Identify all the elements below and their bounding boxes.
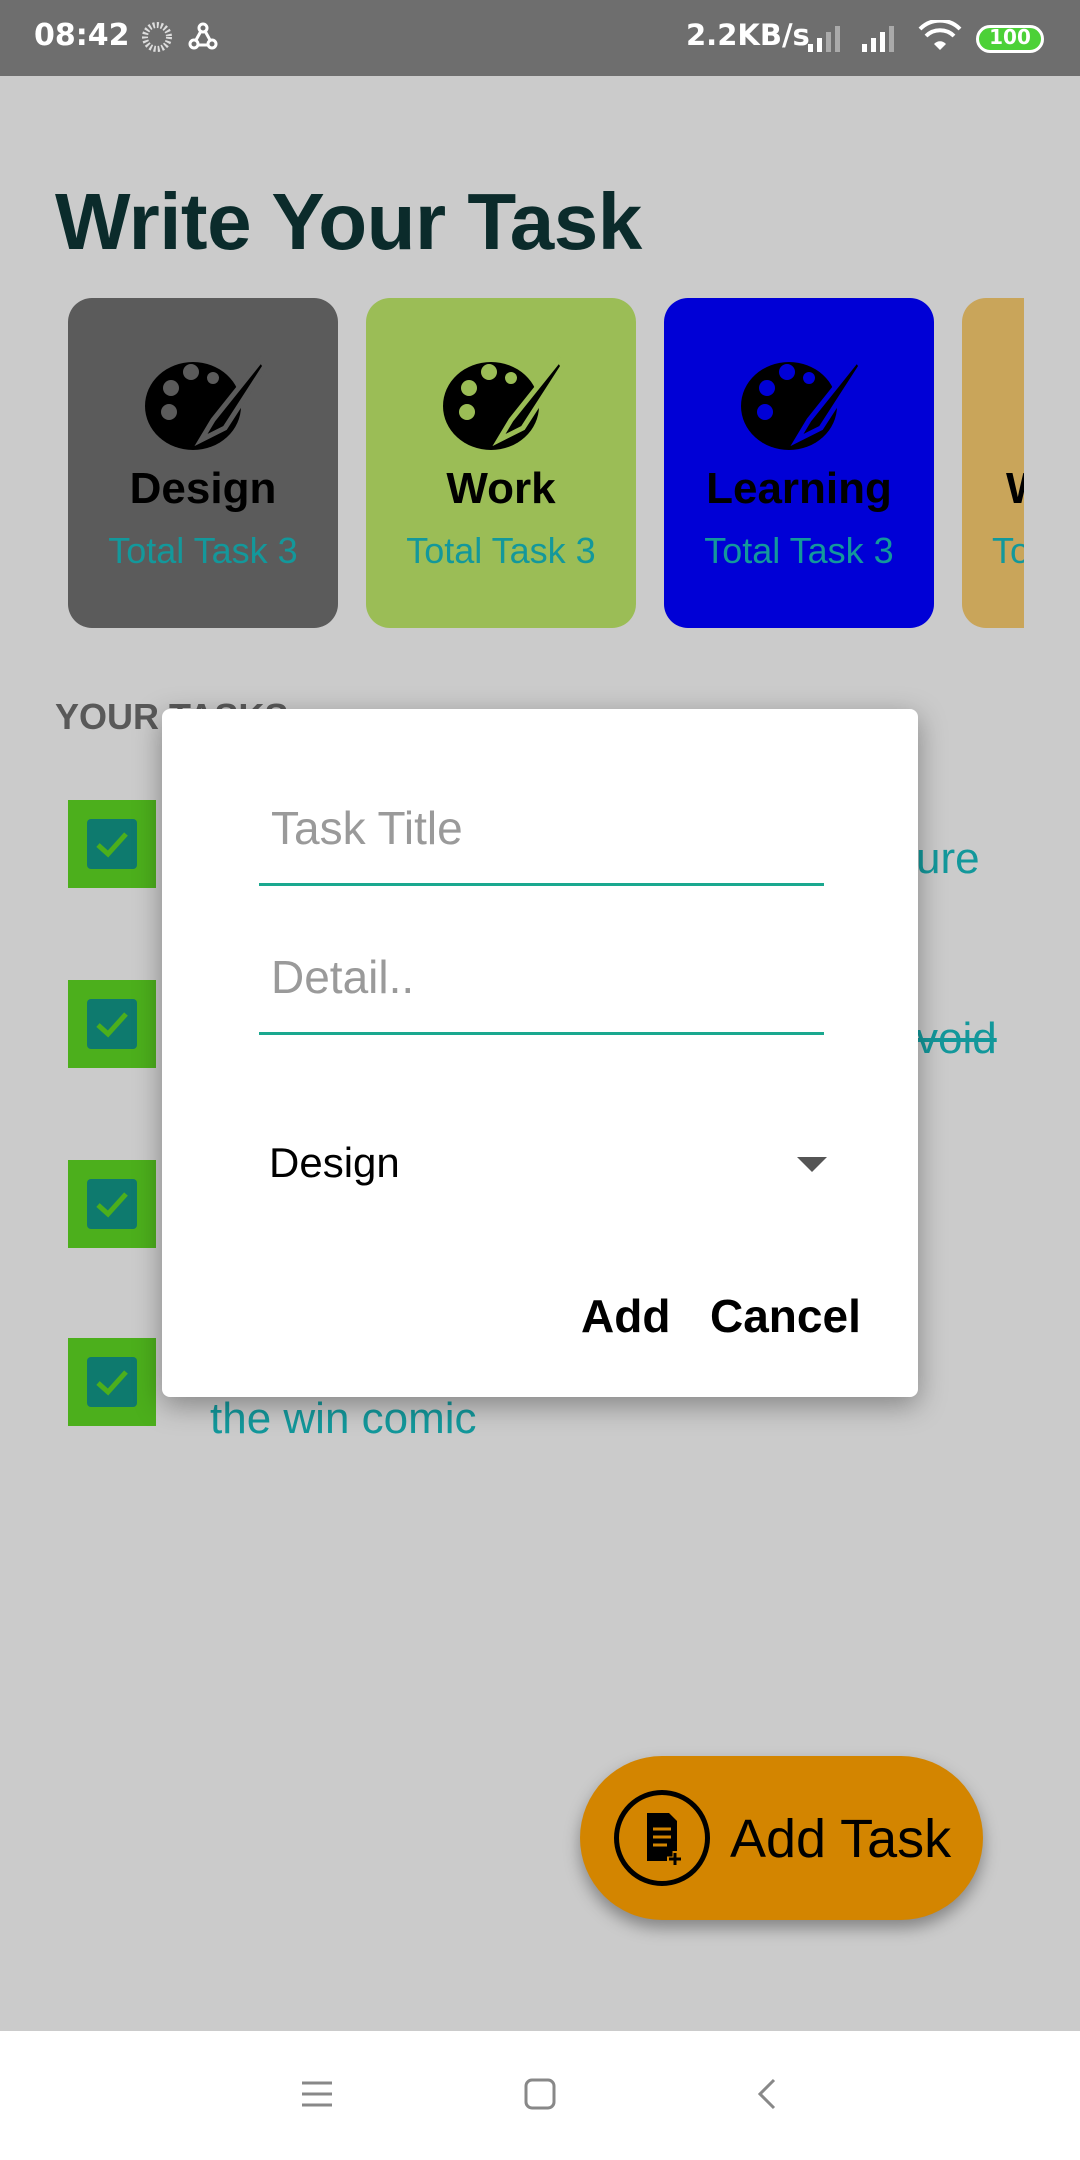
task-title: void (916, 1014, 997, 1063)
task-detail-input[interactable] (259, 922, 824, 1032)
task-checkbox[interactable] (68, 1338, 156, 1426)
home-icon[interactable] (523, 2077, 557, 2111)
check-icon (96, 1012, 128, 1038)
signal-icon-2 (862, 26, 894, 52)
task-checkbox[interactable] (68, 1160, 156, 1248)
check-icon (96, 1192, 128, 1218)
add-task-button[interactable]: Add Task (580, 1756, 983, 1920)
palette-icon (145, 355, 267, 450)
task-checkbox[interactable] (68, 980, 156, 1068)
task-checkbox[interactable] (68, 800, 156, 888)
palette-icon (443, 355, 565, 450)
cancel-button[interactable]: Cancel (710, 1289, 861, 1343)
page-title: Write Your Task (55, 177, 642, 266)
add-button[interactable]: Add (581, 1289, 670, 1343)
task-title-field[interactable] (259, 773, 824, 886)
dropdown-arrow-icon (797, 1157, 827, 1172)
category-name: Design (129, 464, 277, 513)
check-icon (96, 1370, 128, 1396)
task-detail-field[interactable] (259, 922, 824, 1035)
category-total: Total Task 3 (108, 530, 298, 571)
battery-level: 100 (989, 25, 1031, 49)
back-icon[interactable] (752, 2077, 786, 2111)
add-task-dialog: Design Add Cancel (162, 709, 918, 1397)
category-name: Work (446, 464, 556, 513)
task-title-input[interactable] (259, 773, 824, 883)
category-total: Total Task 3 (704, 530, 894, 571)
status-bar: 08:42 2.2KB/s 100 (0, 0, 1080, 76)
add-document-icon (614, 1790, 710, 1886)
category-selected-value: Design (269, 1139, 400, 1186)
signal-icon (808, 26, 840, 52)
check-icon (96, 832, 128, 858)
network-speed: 2.2KB/s (686, 18, 810, 52)
category-total: To (992, 530, 1024, 571)
category-total: Total Task 3 (406, 530, 596, 571)
category-dropdown[interactable]: Design (262, 1129, 827, 1209)
category-card-partial[interactable]: W To (962, 298, 1024, 628)
category-card-work[interactable]: Work Total Task 3 (366, 298, 636, 628)
task-title: ure (916, 834, 980, 883)
wifi-icon (918, 20, 962, 50)
task-title: the win comic (210, 1394, 477, 1443)
share-icon (188, 22, 218, 50)
category-name: Learning (706, 464, 892, 513)
battery-icon: 100 (976, 25, 1044, 53)
category-card-design[interactable]: Design Total Task 3 (68, 298, 338, 628)
loading-icon (142, 22, 172, 52)
palette-icon (741, 355, 863, 450)
menu-icon[interactable] (300, 2077, 334, 2111)
add-task-label: Add Task (730, 1809, 952, 1869)
category-list[interactable]: Design Total Task 3 Work Total Task 3 Le… (68, 298, 1024, 634)
status-time: 08:42 (34, 18, 130, 53)
system-nav-bar (0, 2031, 1080, 2160)
category-card-learning[interactable]: Learning Total Task 3 (664, 298, 934, 628)
category-name: W (962, 464, 1024, 514)
